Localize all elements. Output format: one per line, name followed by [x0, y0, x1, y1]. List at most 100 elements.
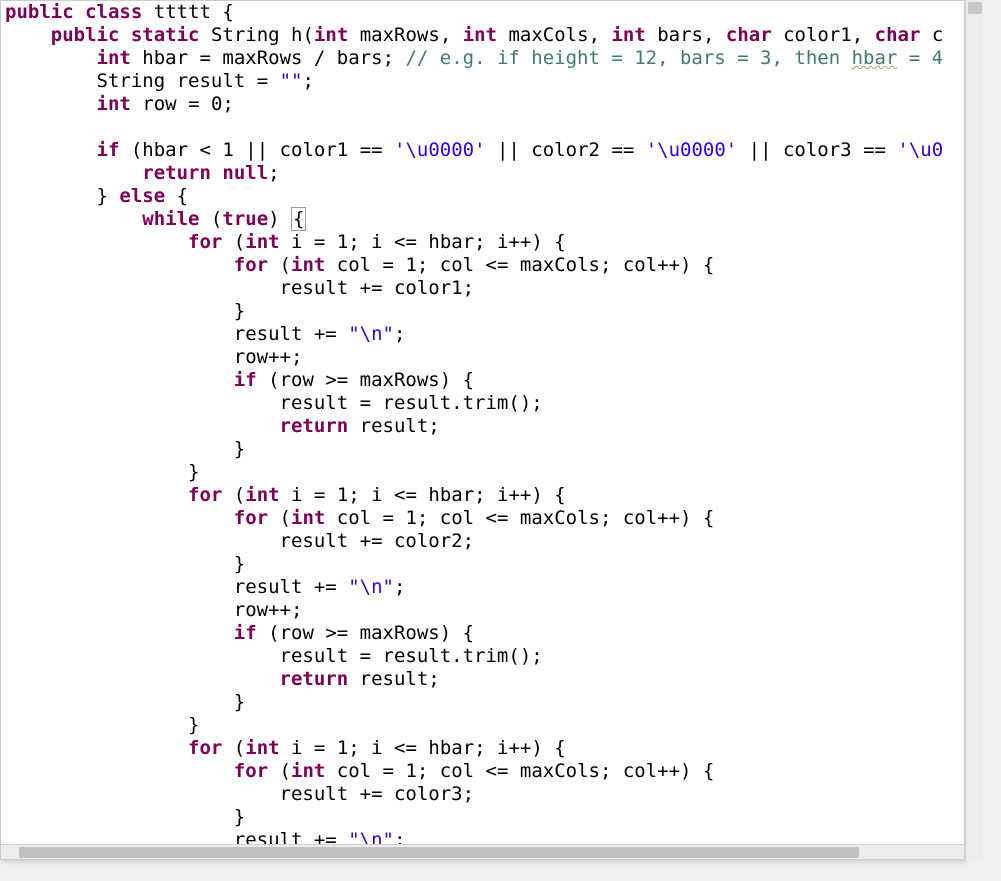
- keyword-int: int: [97, 93, 131, 115]
- var-col: col: [623, 760, 657, 782]
- keyword-int: int: [245, 737, 279, 759]
- var-row: row: [234, 346, 268, 368]
- keyword-int: int: [97, 47, 131, 69]
- string-newline: "\n": [348, 323, 394, 345]
- var-color2: color2: [394, 530, 463, 552]
- keyword-return: return: [142, 162, 211, 184]
- var-col: col: [623, 254, 657, 276]
- num-one: 1: [337, 231, 348, 253]
- keyword-true: true: [222, 208, 268, 230]
- type-string: String: [211, 24, 280, 46]
- keyword-int: int: [291, 760, 325, 782]
- string-empty: "": [280, 70, 303, 92]
- var-col: col: [337, 507, 371, 529]
- var-result: result: [360, 668, 429, 690]
- var-result: result: [280, 392, 349, 414]
- param-maxRows: maxRows: [360, 24, 440, 46]
- param-bars: bars: [657, 24, 703, 46]
- keyword-static: static: [131, 24, 200, 46]
- var-maxCols: maxCols: [520, 507, 600, 529]
- num-one: 1: [405, 760, 416, 782]
- var-hbar: hbar: [428, 737, 474, 759]
- method-name: h: [291, 24, 302, 46]
- var-col: col: [440, 507, 474, 529]
- horizontal-scroll-thumb[interactable]: [19, 847, 859, 858]
- class-name: ttttt: [154, 1, 211, 23]
- keyword-else: else: [119, 185, 165, 207]
- code-content[interactable]: public class ttttt { public static Strin…: [1, 1, 964, 852]
- char-literal: '\u0000': [646, 139, 738, 161]
- num-one: 1: [405, 254, 416, 276]
- var-i: i: [291, 231, 302, 253]
- method-trim: trim: [463, 645, 509, 667]
- var-result: result: [234, 576, 303, 598]
- vertical-scroll-thumb[interactable]: [968, 2, 982, 14]
- var-i: i: [497, 484, 508, 506]
- var-maxRows: maxRows: [360, 369, 440, 391]
- keyword-int: int: [314, 24, 348, 46]
- var-i: i: [291, 737, 302, 759]
- param-color1: color1: [783, 24, 852, 46]
- var-bars: bars: [337, 47, 383, 69]
- keyword-int: int: [245, 484, 279, 506]
- var-i: i: [291, 484, 302, 506]
- var-color1: color1: [394, 277, 463, 299]
- text-cursor: {: [291, 207, 306, 231]
- keyword-for: for: [234, 760, 268, 782]
- keyword-if: if: [234, 369, 257, 391]
- var-maxCols: maxCols: [520, 760, 600, 782]
- keyword-int: int: [245, 231, 279, 253]
- var-hbar: hbar: [428, 231, 474, 253]
- num-one: 1: [222, 139, 233, 161]
- var-row: row: [280, 369, 314, 391]
- keyword-char: char: [726, 24, 772, 46]
- keyword-null: null: [222, 162, 268, 184]
- var-i: i: [497, 231, 508, 253]
- var-hbar: hbar: [142, 139, 188, 161]
- var-i: i: [371, 484, 382, 506]
- num-one: 1: [337, 737, 348, 759]
- var-col: col: [623, 507, 657, 529]
- var-maxRows: maxRows: [360, 622, 440, 644]
- keyword-for: for: [188, 484, 222, 506]
- vertical-scrollbar[interactable]: [965, 0, 983, 860]
- keyword-return: return: [280, 668, 349, 690]
- var-result: result: [280, 277, 349, 299]
- var-result: result: [360, 415, 429, 437]
- keyword-public: public: [51, 24, 120, 46]
- var-col: col: [440, 254, 474, 276]
- var-result: result: [383, 392, 452, 414]
- var-result: result: [280, 530, 349, 552]
- param-cut: c: [932, 24, 943, 46]
- num-zero: 0: [211, 93, 222, 115]
- var-col: col: [337, 254, 371, 276]
- var-result: result: [383, 645, 452, 667]
- keyword-return: return: [280, 415, 349, 437]
- comment: // e.g. if height = 12, bars = 3, then h…: [405, 47, 943, 69]
- var-result: result: [280, 783, 349, 805]
- code-editor[interactable]: public class ttttt { public static Strin…: [0, 0, 965, 860]
- method-trim: trim: [463, 392, 509, 414]
- keyword-while: while: [142, 208, 199, 230]
- var-hbar: hbar: [428, 484, 474, 506]
- keyword-if: if: [234, 622, 257, 644]
- var-row: row: [142, 93, 176, 115]
- var-color3: color3: [783, 139, 852, 161]
- keyword-for: for: [234, 507, 268, 529]
- var-i: i: [371, 737, 382, 759]
- var-row: row: [234, 599, 268, 621]
- var-i: i: [371, 231, 382, 253]
- var-maxCols: maxCols: [520, 254, 600, 276]
- horizontal-scrollbar[interactable]: [1, 844, 965, 859]
- var-col: col: [337, 760, 371, 782]
- var-color2: color2: [531, 139, 600, 161]
- keyword-char: char: [875, 24, 921, 46]
- param-maxCols: maxCols: [508, 24, 588, 46]
- type-string: String: [97, 70, 166, 92]
- var-result: result: [177, 70, 246, 92]
- keyword-class: class: [85, 1, 142, 23]
- var-color1: color1: [280, 139, 349, 161]
- keyword-for: for: [188, 737, 222, 759]
- var-maxRows: maxRows: [222, 47, 302, 69]
- keyword-int: int: [463, 24, 497, 46]
